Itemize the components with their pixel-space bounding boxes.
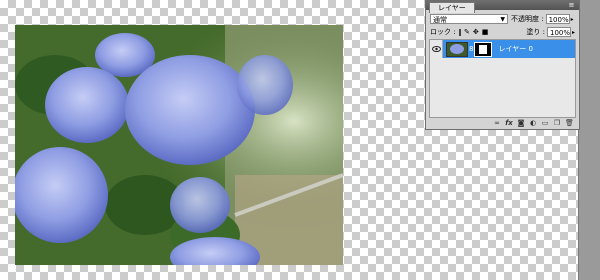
hydrangea-photo[interactable] xyxy=(15,25,343,265)
panel-menu-icon[interactable]: ≡ xyxy=(567,2,576,9)
tab-layers[interactable]: レイヤー xyxy=(429,2,475,13)
panel-dock-strip xyxy=(578,0,600,280)
lock-paint-icon[interactable]: ✎ xyxy=(464,28,470,36)
opacity-label: 不透明度 : xyxy=(511,15,544,23)
layer-name[interactable]: レイヤー 0 xyxy=(498,44,532,54)
link-layers-icon[interactable]: ∞ xyxy=(493,119,501,127)
lock-transparent-icon[interactable] xyxy=(458,28,462,36)
layers-panel: レイヤー ≡ 通常 ▼ 不透明度 : 100% ▸ ロック : ✎ ✥ ■ 塗り… xyxy=(425,0,580,130)
lock-move-icon[interactable]: ✥ xyxy=(473,28,479,36)
blend-mode-value: 通常 xyxy=(433,16,447,24)
lock-label: ロック : xyxy=(430,28,456,36)
trash-icon[interactable]: 🗑 xyxy=(565,119,574,127)
panel-title-bar[interactable]: レイヤー ≡ xyxy=(426,1,579,13)
panel-footer: ∞ fx ◙ ◐ ▭ ❐ 🗑 xyxy=(426,116,579,129)
lock-all-icon[interactable]: ■ xyxy=(482,28,489,36)
opacity-field[interactable]: 100% xyxy=(545,14,570,24)
eye-icon[interactable] xyxy=(430,40,443,58)
new-layer-icon[interactable]: ❐ xyxy=(553,119,561,127)
fill-dropdown-icon[interactable]: ▸ xyxy=(572,29,575,36)
chevron-down-icon: ▼ xyxy=(500,16,505,23)
add-mask-icon[interactable]: ◙ xyxy=(517,119,525,127)
fx-icon[interactable]: fx xyxy=(505,119,513,127)
layers-list: 8 レイヤー 0 xyxy=(429,39,576,118)
adjustment-layer-icon[interactable]: ◐ xyxy=(529,119,537,127)
layer-thumbnail[interactable] xyxy=(446,41,468,57)
opacity-dropdown-icon[interactable]: ▸ xyxy=(571,16,574,23)
fill-label: 塗り : xyxy=(526,28,545,36)
blend-mode-select[interactable]: 通常 ▼ xyxy=(430,14,508,24)
layer-row[interactable]: 8 レイヤー 0 xyxy=(430,40,575,58)
layer-mask-thumbnail[interactable] xyxy=(474,41,493,57)
new-group-icon[interactable]: ▭ xyxy=(541,119,549,127)
chain-link-icon[interactable]: 8 xyxy=(469,45,473,53)
fill-field[interactable]: 100% xyxy=(546,27,571,37)
